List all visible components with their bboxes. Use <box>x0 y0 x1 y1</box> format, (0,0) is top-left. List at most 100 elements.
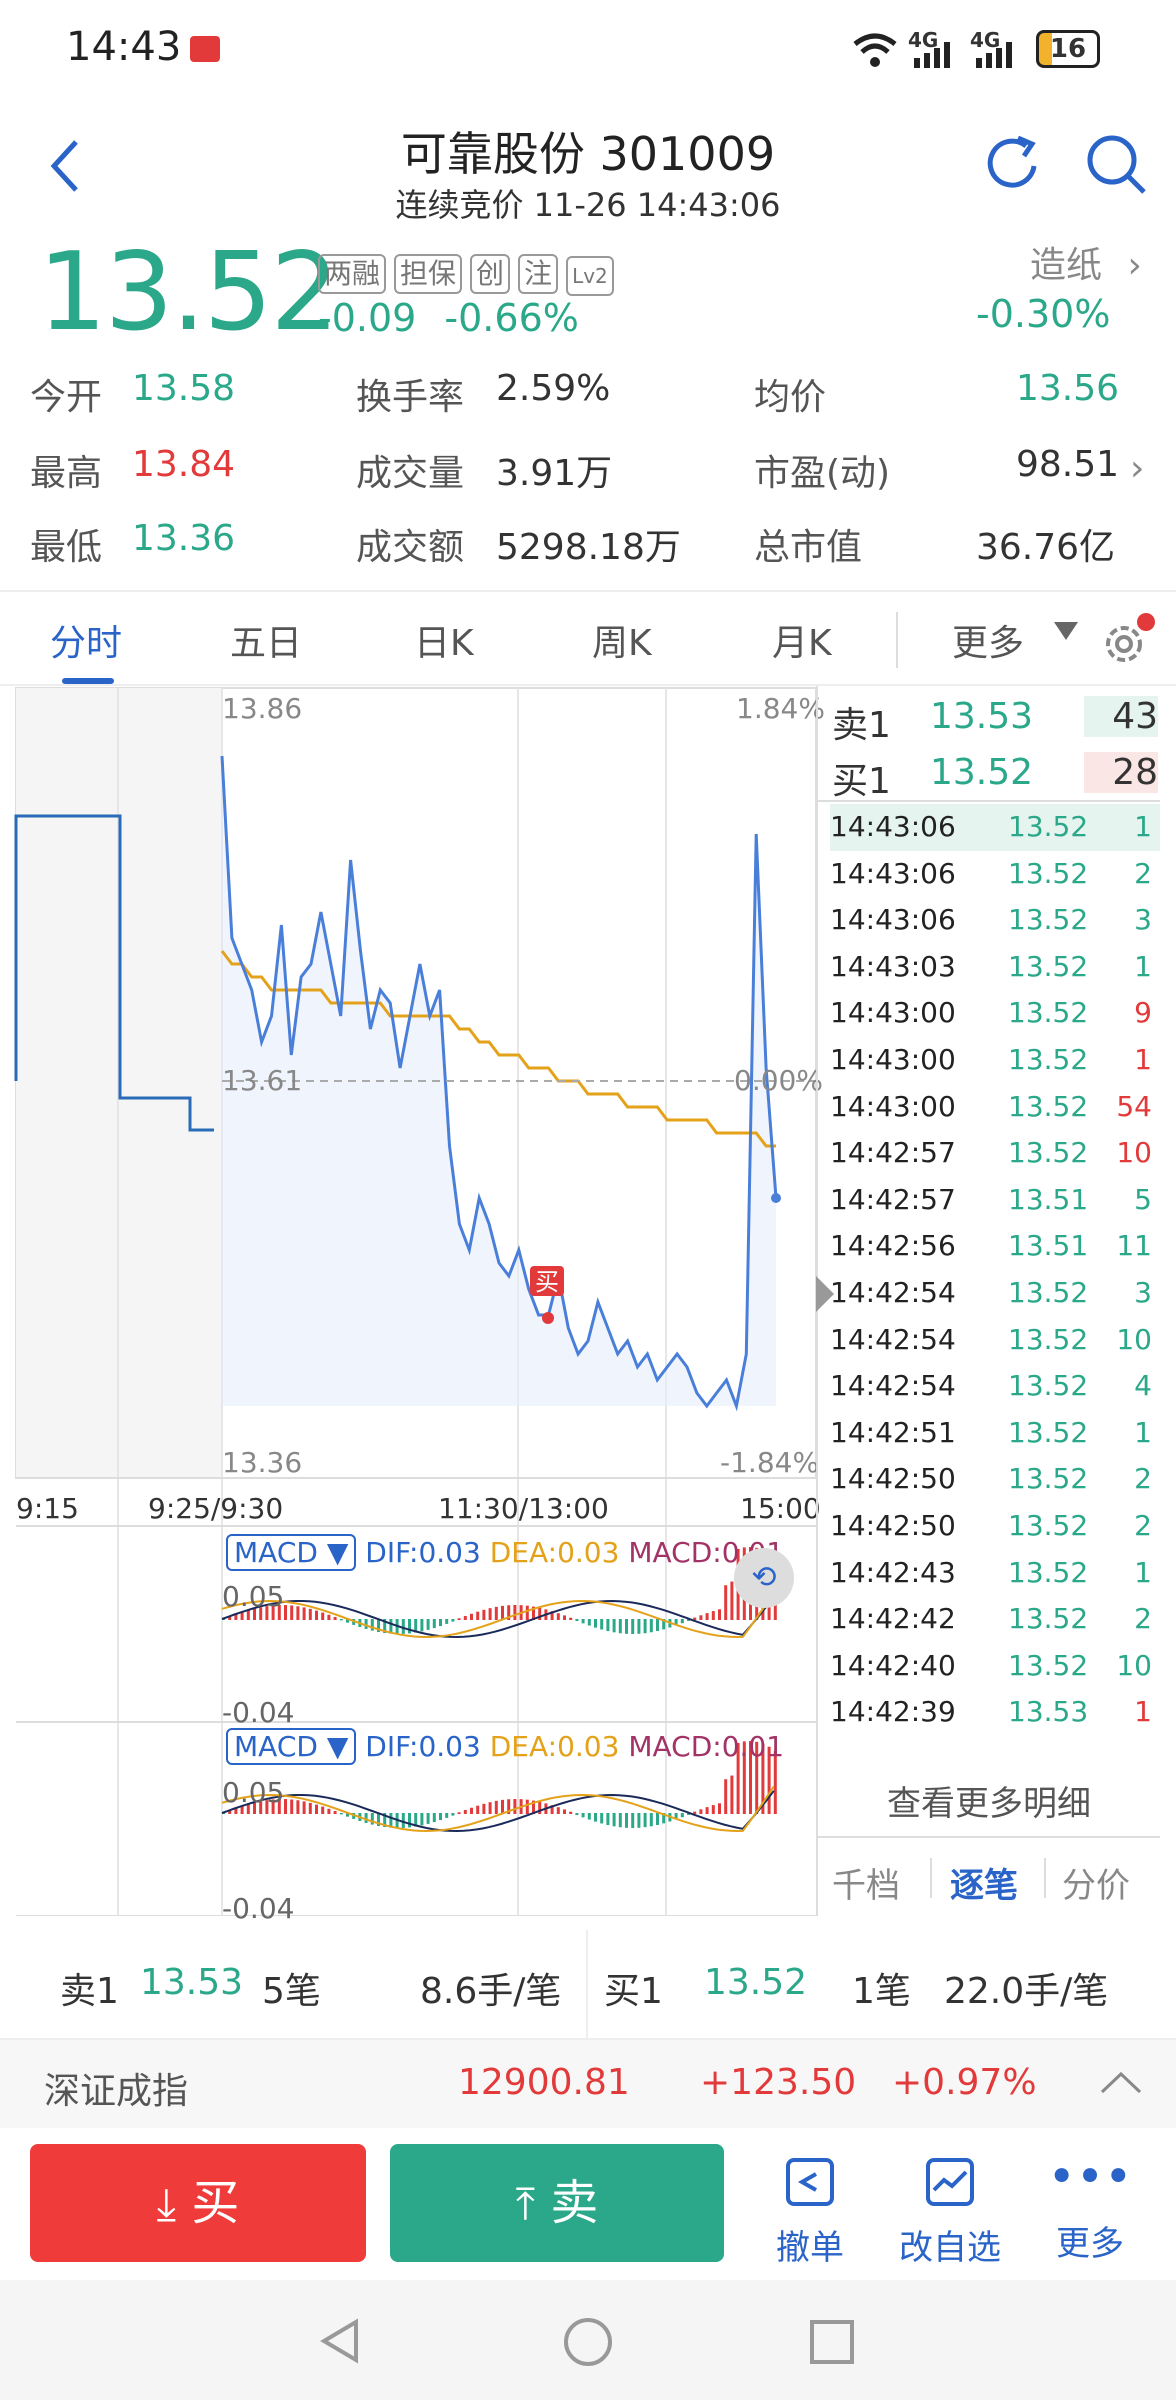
more-detail-button[interactable]: 查看更多明细 <box>818 1776 1160 1825</box>
tick-time: 14:42:50 <box>830 1462 956 1496</box>
index-bar[interactable]: 深证成指 12900.81 +123.50 +0.97% <box>0 2040 1176 2128</box>
macd-bar <box>463 1809 467 1814</box>
macd-bar <box>401 1813 405 1828</box>
macd-bar <box>618 1619 622 1634</box>
tick-time: 14:42:54 <box>830 1322 956 1356</box>
macd-header-2: MACD ▼ DIF:0.03 DEA:0.03 MACD:0.01 <box>226 1728 784 1765</box>
macd-bar <box>457 1812 461 1814</box>
tick-volume: 10 <box>1116 1136 1152 1170</box>
buy-marker-text: 买 <box>535 1268 559 1296</box>
avg-label: 均价 <box>754 377 827 418</box>
detail-tab-levels[interactable]: 千档 <box>832 1858 900 1907</box>
status-time: 14:43 <box>66 24 182 70</box>
detail-tab-price[interactable]: 分价 <box>1062 1858 1130 1907</box>
sector-percent: -0.30% <box>976 292 1111 336</box>
pct-label-bottom: -1.84% <box>720 1446 820 1479</box>
watchlist-button[interactable]: 改自选 <box>888 2152 1012 2269</box>
tick-time: 14:42:54 <box>830 1369 956 1403</box>
macd-bar <box>432 1619 436 1629</box>
nav-recents-icon[interactable] <box>808 2318 856 2366</box>
tick-price: 13.52 <box>1008 1369 1089 1403</box>
chevron-right-icon[interactable]: › <box>1130 448 1144 489</box>
tab-more[interactable]: 更多 <box>952 614 1024 666</box>
buy-button[interactable]: ⤓ 买 <box>30 2144 366 2262</box>
macd-bar <box>569 1617 573 1620</box>
buy-1-volume: 28 <box>1084 752 1158 793</box>
macd-bar <box>575 1813 579 1816</box>
macd-bar <box>525 1799 529 1814</box>
summary-buy-avg: 22.0手/笔 <box>944 1971 1109 2012</box>
macd-bar <box>482 1803 486 1814</box>
tab-daily-k[interactable]: 日K <box>414 614 474 666</box>
sell-button[interactable]: ⤒ 卖 <box>390 2144 724 2262</box>
sell-1-volume: 43 <box>1084 696 1158 737</box>
pin-icon[interactable]: ⟲ <box>734 1548 794 1608</box>
buy-1-row: 买1 13.52 28 <box>830 748 1160 804</box>
macd-header-1: MACD ▼ DIF:0.03 DEA:0.03 MACD:0.01 <box>226 1534 784 1571</box>
tick-price: 13.52 <box>1008 856 1089 890</box>
macd-bar <box>296 1800 300 1814</box>
tab-indicator <box>62 678 114 684</box>
tick-volume: 1 <box>1134 1043 1152 1076</box>
macd-bar <box>711 1611 715 1620</box>
low-label: 最低 <box>30 527 103 568</box>
tick-time: 14:43:00 <box>830 1043 956 1076</box>
tab-divider <box>896 612 898 668</box>
tag-chinext: 创 <box>470 254 511 294</box>
tick-row: 14:42:43 13.52 1 <box>830 1550 1160 1597</box>
macd-bar <box>718 1609 721 1620</box>
macd-selector[interactable]: MACD ▼ <box>226 1534 357 1571</box>
macd-bar <box>656 1813 659 1825</box>
macd-bar <box>718 1803 721 1814</box>
tick-price: 13.52 <box>1008 1276 1089 1309</box>
battery-icon: 16 <box>1036 30 1100 68</box>
nav-back-icon[interactable] <box>316 2316 366 2366</box>
macd-selector-2[interactable]: MACD ▼ <box>226 1728 357 1765</box>
tick-price: 13.52 <box>1008 1509 1089 1542</box>
sell-1-label: 卖1 <box>832 705 891 746</box>
tick-volume: 4 <box>1134 1369 1152 1403</box>
status-bar: 14:43 4G 4G 16 <box>0 0 1176 100</box>
macd-bar <box>625 1813 628 1828</box>
tab-monthly-k[interactable]: 月K <box>772 614 832 666</box>
detail-tabs: 千档 逐笔 分价 <box>818 1836 1160 1916</box>
tick-time: 14:42:43 <box>830 1555 956 1589</box>
chevron-up-icon[interactable] <box>1098 2066 1144 2100</box>
cancel-order-button[interactable]: 撤单 <box>760 2152 860 2269</box>
sector-link[interactable]: 造纸 › <box>1030 236 1142 288</box>
tick-volume: 54 <box>1116 1089 1152 1123</box>
stock-tags: 两融 担保创注 Lv2 <box>318 254 622 296</box>
refresh-icon[interactable] <box>978 130 1048 200</box>
settings-icon[interactable] <box>1096 612 1156 672</box>
tab-intraday[interactable]: 分时 <box>50 614 122 666</box>
tick-time: 14:43:06 <box>830 810 956 843</box>
cancel-order-label: 撤单 <box>776 2228 844 2268</box>
macd-dea: DEA:0.03 <box>489 1536 620 1569</box>
tick-price: 13.51 <box>1008 1229 1089 1263</box>
detail-tab-ticks[interactable]: 逐笔 <box>950 1858 1018 1907</box>
macd-bar <box>587 1813 591 1820</box>
amount-value: 5298.18万 <box>496 527 681 568</box>
search-icon[interactable] <box>1082 130 1152 200</box>
macd-bar <box>594 1813 597 1822</box>
nav-home-icon[interactable] <box>562 2316 614 2368</box>
tick-time: 14:42:40 <box>830 1648 956 1682</box>
header: 可靠股份 301009 连续竞价 11-26 14:43:06 <box>0 100 1176 230</box>
more-actions-button[interactable]: ••• 更多 <box>1040 2152 1140 2265</box>
tab-five-day[interactable]: 五日 <box>230 614 302 666</box>
buy-1-label: 买1 <box>832 761 891 802</box>
volume-value: 3.91万 <box>496 453 613 494</box>
macd-bar <box>476 1805 480 1814</box>
tick-volume: 5 <box>1134 1182 1152 1216</box>
action-bar: ⤓ 买 ⤒ 卖 撤单 改自选 ••• 更多 <box>0 2128 1176 2280</box>
tab-weekly-k[interactable]: 周K <box>592 614 652 666</box>
change-percent: -0.66% <box>444 296 579 340</box>
tick-row: 14:43:06 13.52 1 <box>830 804 1160 851</box>
summary-sell-price: 13.53 <box>140 1962 244 2003</box>
tick-time: 14:42:39 <box>830 1695 956 1729</box>
watchlist-label: 改自选 <box>899 2228 1001 2268</box>
macd-bar <box>625 1619 628 1634</box>
macd-bar <box>705 1613 709 1620</box>
caret-down-icon[interactable] <box>1054 622 1078 640</box>
macd-bar <box>290 1799 294 1814</box>
